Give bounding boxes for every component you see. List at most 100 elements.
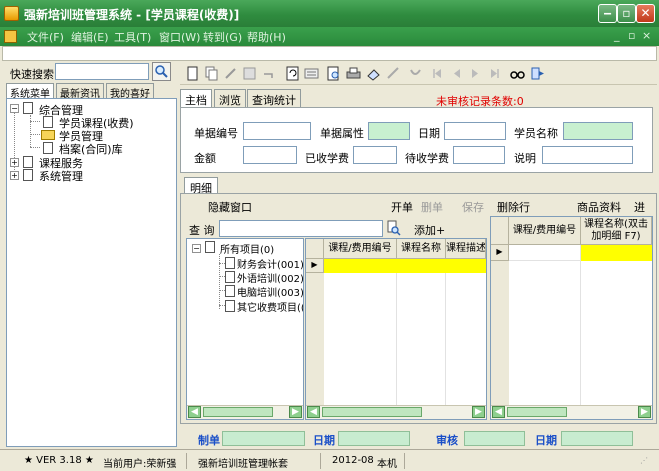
amount-label: 金额 xyxy=(194,152,216,165)
audit-icon[interactable] xyxy=(386,66,401,81)
save-button[interactable]: 保存 xyxy=(462,199,484,215)
delete-bill-button[interactable]: 删单 xyxy=(421,199,443,215)
tree-item-accounting[interactable]: 财务会计(001) xyxy=(237,256,304,271)
tree-item-other[interactable]: 其它收费项目(( xyxy=(237,299,303,314)
menu-file[interactable]: 文件(F) xyxy=(27,29,64,45)
maximize-button[interactable]: ▫ xyxy=(617,4,636,23)
remark-field[interactable] xyxy=(542,146,633,164)
next-icon[interactable] xyxy=(468,66,483,81)
undo-icon[interactable] xyxy=(261,66,276,81)
add-button[interactable]: 添加+ xyxy=(414,222,445,238)
column-header[interactable]: 课程/费用编号 xyxy=(324,239,397,259)
goods-info-button[interactable]: 商品资料 xyxy=(577,199,621,215)
scroll-thumb[interactable] xyxy=(322,407,422,417)
preview-icon[interactable] xyxy=(326,66,341,81)
tree-item-computer[interactable]: 电脑培训(003) xyxy=(237,284,304,299)
received-field[interactable] xyxy=(353,146,397,164)
doc-no-field[interactable] xyxy=(243,122,311,140)
document-icon xyxy=(23,102,33,114)
first-icon[interactable] xyxy=(430,66,445,81)
tab-browse[interactable]: 浏览 xyxy=(214,89,246,107)
menu-tools[interactable]: 工具(T) xyxy=(114,29,151,45)
search-icon xyxy=(155,65,168,78)
scroll-right-icon[interactable]: ▶ xyxy=(289,406,302,418)
scroll-right-icon[interactable]: ▶ xyxy=(638,406,651,418)
quick-search-button[interactable] xyxy=(152,62,171,81)
scroll-left-icon[interactable]: ◀ xyxy=(307,406,320,418)
navigation-tree: − 综合管理 学员课程(收费) 学员管理 档案(合同)库 + 课程服务 + 系统… xyxy=(6,98,177,447)
tab-query-stats[interactable]: 查询统计 xyxy=(247,89,301,107)
expand-toggle[interactable]: + xyxy=(10,171,19,180)
list-icon[interactable] xyxy=(304,66,319,81)
horizontal-scrollbar[interactable]: ◀ ▶ xyxy=(187,405,303,419)
close-button[interactable]: ✕ xyxy=(636,4,655,23)
menu-goto[interactable]: 转到(G) xyxy=(203,29,242,45)
item-search-input[interactable] xyxy=(219,220,383,237)
app-icon xyxy=(4,6,19,21)
delete-row-button[interactable]: 删除行 xyxy=(497,199,530,215)
tab-master[interactable]: 主档 xyxy=(180,89,212,108)
new-icon[interactable] xyxy=(185,66,200,81)
horizontal-scrollbar[interactable]: ◀ ▶ xyxy=(491,405,652,419)
search-icon[interactable] xyxy=(385,220,401,236)
amount-field[interactable] xyxy=(243,146,297,164)
tree-item-system-mgmt[interactable]: 系统管理 xyxy=(39,168,83,184)
document-icon xyxy=(225,271,235,283)
column-header[interactable]: 课程/费用编号 xyxy=(509,217,581,245)
pending-field[interactable] xyxy=(453,146,505,164)
menu-edit[interactable]: 编辑(E) xyxy=(71,29,109,45)
tree-item-language[interactable]: 外语培训(002) xyxy=(237,270,304,285)
prev-icon[interactable] xyxy=(449,66,464,81)
minimize-button[interactable]: ‒ xyxy=(598,4,617,23)
collapse-toggle[interactable]: − xyxy=(192,244,201,253)
export-icon[interactable] xyxy=(366,66,381,81)
doc-attr-field[interactable] xyxy=(368,122,410,140)
selected-cell[interactable] xyxy=(581,245,652,261)
scroll-right-icon[interactable]: ▶ xyxy=(472,406,485,418)
auditor-field xyxy=(464,431,525,446)
menu-help[interactable]: 帮助(H) xyxy=(247,29,286,45)
unaudit-icon[interactable] xyxy=(408,66,423,81)
exit-icon[interactable] xyxy=(530,66,545,81)
collapse-toggle[interactable]: − xyxy=(10,104,19,113)
selected-row[interactable] xyxy=(324,259,486,273)
tab-favorites[interactable]: 我的喜好 xyxy=(106,83,154,100)
mdi-minimize-button[interactable]: _ xyxy=(614,29,620,42)
scroll-left-icon[interactable]: ◀ xyxy=(492,406,505,418)
open-bill-button[interactable]: 开单 xyxy=(391,199,413,215)
more-button[interactable]: 进 xyxy=(634,199,645,215)
last-icon[interactable] xyxy=(487,66,502,81)
grid-cell[interactable] xyxy=(509,245,581,261)
scroll-thumb[interactable] xyxy=(507,407,567,417)
query-label: 查 询 xyxy=(189,224,215,237)
scroll-thumb[interactable] xyxy=(203,407,273,417)
date-field[interactable] xyxy=(444,122,506,140)
save-icon[interactable] xyxy=(242,66,257,81)
refresh-icon[interactable] xyxy=(285,66,300,81)
student-field[interactable] xyxy=(563,122,633,140)
item-tree: − 所有项目(0) 财务会计(001) 外语培训(002) 电脑培训(003) … xyxy=(186,238,304,420)
tab-detail[interactable]: 明细 xyxy=(184,177,218,195)
tab-latest-news[interactable]: 最新资讯 xyxy=(56,83,104,100)
maker-label: 制单 xyxy=(198,434,220,447)
edit-icon[interactable] xyxy=(223,66,238,81)
copy-icon[interactable] xyxy=(204,66,219,81)
print-icon[interactable] xyxy=(346,66,361,81)
quick-search-input[interactable] xyxy=(55,63,149,80)
tree-item-all[interactable]: 所有项目(0) xyxy=(220,241,274,256)
scroll-left-icon[interactable]: ◀ xyxy=(188,406,201,418)
tab-system-menu[interactable]: 系统菜单 xyxy=(6,83,54,100)
expand-toggle[interactable]: + xyxy=(10,158,19,167)
column-header[interactable]: 课程名称 xyxy=(397,239,446,259)
menu-window[interactable]: 窗口(W) xyxy=(159,29,200,45)
find-icon[interactable] xyxy=(510,66,525,81)
mdi-restore-button[interactable]: ▫ xyxy=(628,29,635,42)
resize-grip-icon[interactable]: ⋰ xyxy=(640,456,648,465)
course-grid: 课程/费用编号 课程名称 课程描述 ▶ ◀ ▶ xyxy=(305,238,487,420)
horizontal-scrollbar[interactable]: ◀ ▶ xyxy=(306,405,486,419)
date1-label: 日期 xyxy=(313,434,335,447)
column-header[interactable]: 课程描述 xyxy=(446,239,486,259)
mdi-close-button[interactable]: × xyxy=(642,29,651,42)
column-header[interactable]: 课程名称(双击加明细 F7) xyxy=(581,217,652,245)
hide-window-button[interactable]: 隐藏窗口 xyxy=(208,199,252,215)
